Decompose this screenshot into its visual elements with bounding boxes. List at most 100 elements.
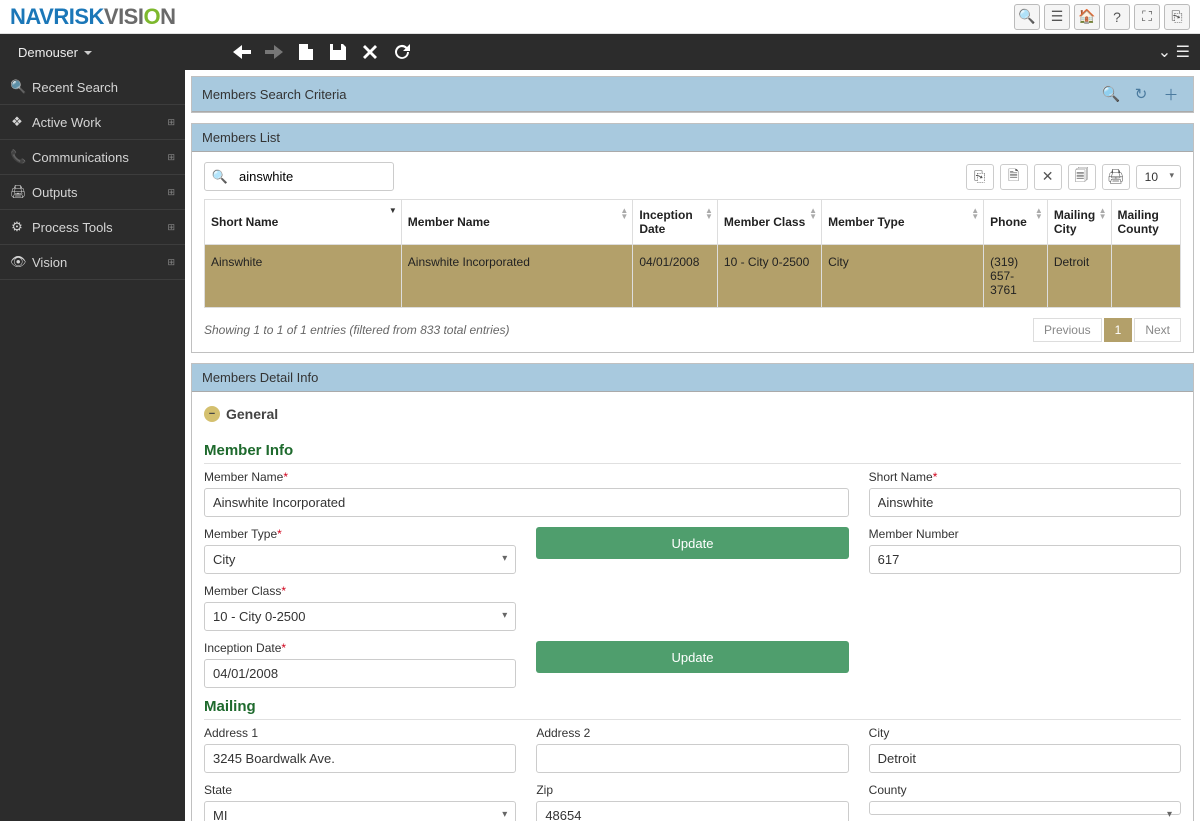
col-member-class[interactable]: Member Class▲▼	[717, 200, 821, 245]
update-button-bottom[interactable]: Update	[536, 641, 848, 673]
county-select[interactable]	[869, 801, 1181, 815]
field-address1: Address 1	[204, 726, 516, 773]
export-csv-icon[interactable]: 🗎	[1000, 164, 1028, 190]
member-class-select[interactable]: 10 - City 0-2500	[204, 602, 516, 631]
refresh-icon[interactable]	[392, 42, 412, 62]
list-search: 🔍	[204, 162, 394, 191]
pager-next-button[interactable]: Next	[1134, 318, 1181, 342]
list-search-input[interactable]	[235, 163, 385, 190]
copy-icon[interactable]: ⎘	[966, 164, 994, 190]
logo-vision: VISION	[104, 4, 176, 30]
sidebar-item-vision[interactable]: 👁 Vision ⊞	[0, 245, 185, 280]
nav-forward-icon[interactable]	[264, 42, 284, 62]
help-icon[interactable]: ?	[1104, 4, 1130, 30]
field-short-name: Short Name*	[869, 470, 1181, 517]
page-size-select[interactable]: 10	[1136, 165, 1181, 189]
member-name-input[interactable]	[204, 488, 849, 517]
city-input[interactable]	[869, 744, 1181, 773]
panel-title: Members Search Criteria	[202, 87, 347, 102]
delete-icon[interactable]	[360, 42, 380, 62]
sidebar-nav: 🔍 Recent Search ❖Active Work ⊞ 📞Communica…	[0, 70, 185, 821]
address2-input[interactable]	[536, 744, 848, 773]
section-member-info: Member Info	[204, 442, 1181, 464]
sidebar-item-active-work[interactable]: ❖Active Work ⊞	[0, 105, 185, 140]
cell-member-name: Ainswhite Incorporated	[401, 245, 633, 308]
fullscreen-icon[interactable]: ⛶	[1134, 4, 1160, 30]
state-select[interactable]: MI	[204, 801, 516, 821]
sidebar-item-recent-search[interactable]: 🔍 Recent Search	[0, 70, 185, 105]
app-header: NAV RISK VISION 🔍 ☰ 🏠 ? ⛶ ⎘	[0, 0, 1200, 34]
pager-prev-button[interactable]: Previous	[1033, 318, 1102, 342]
spacer	[869, 584, 1181, 631]
search-criteria-panel: Members Search Criteria 🔍 ↻ ＋	[191, 76, 1194, 113]
eye-icon: 👁	[10, 254, 24, 270]
update-button-top[interactable]: Update	[536, 527, 848, 559]
address1-input[interactable]	[204, 744, 516, 773]
action-toolbar: Demouser ⌄ ☰	[0, 34, 1200, 70]
export-pdf-icon[interactable]: 🗐	[1068, 164, 1096, 190]
home-icon[interactable]: 🏠	[1074, 4, 1100, 30]
panel-refresh-icon[interactable]: ↻	[1129, 83, 1153, 105]
dashboard-icon[interactable]: ☰	[1044, 4, 1070, 30]
sidebar-item-label: Vision	[32, 255, 67, 270]
expand-icon: ⊞	[167, 117, 175, 128]
col-member-type[interactable]: Member Type▲▼	[822, 200, 984, 245]
cell-inception: 04/01/2008	[633, 245, 718, 308]
table-footer: Showing 1 to 1 of 1 entries (filtered fr…	[204, 308, 1181, 342]
print-icon[interactable]: 🖨	[1102, 164, 1130, 190]
members-detail-panel: Members Detail Info − General Member Inf…	[191, 363, 1194, 821]
col-member-name[interactable]: Member Name▲▼	[401, 200, 633, 245]
cell-member-class: 10 - City 0-2500	[717, 245, 821, 308]
save-icon[interactable]	[328, 42, 348, 62]
general-collapse-row: − General	[204, 402, 1181, 432]
cell-short-name: Ainswhite	[205, 245, 402, 308]
logout-icon[interactable]: ⎘	[1164, 4, 1190, 30]
member-number-input[interactable]	[869, 545, 1181, 574]
panel-search-icon[interactable]: 🔍	[1099, 83, 1123, 105]
expand-icon: ⊞	[167, 257, 175, 268]
short-name-input[interactable]	[869, 488, 1181, 517]
sidebar-item-communications[interactable]: 📞Communications ⊞	[0, 140, 185, 175]
field-member-type: Member Type* City	[204, 527, 516, 574]
current-user-menu[interactable]: Demouser	[10, 45, 96, 60]
col-short-name[interactable]: Short Name▼	[205, 200, 402, 245]
members-detail-header: Members Detail Info	[192, 364, 1193, 392]
col-inception[interactable]: Inception Date▲▼	[633, 200, 718, 245]
expand-icon: ⊞	[167, 187, 175, 198]
expand-icon: ⊞	[167, 222, 175, 233]
member-type-select[interactable]: City	[204, 545, 516, 574]
export-excel-icon[interactable]: ✕	[1034, 164, 1062, 190]
nav-back-icon[interactable]	[232, 42, 252, 62]
pager-page-1-button[interactable]: 1	[1104, 318, 1133, 342]
sidebar-item-outputs[interactable]: 🖨Outputs ⊞	[0, 175, 185, 210]
sidebar-item-label: Outputs	[32, 185, 78, 200]
panel-add-icon[interactable]: ＋	[1159, 83, 1183, 105]
sidebar-item-label: Process Tools	[32, 220, 113, 235]
table-row[interactable]: Ainswhite Ainswhite Incorporated 04/01/2…	[205, 245, 1181, 308]
inception-input[interactable]	[204, 659, 516, 688]
sidebar-item-label: Active Work	[32, 115, 101, 130]
col-mailing-city[interactable]: Mailing City▲▼	[1047, 200, 1111, 245]
col-mailing-county[interactable]: Mailing County	[1111, 200, 1181, 245]
spacer	[536, 584, 848, 631]
sidebar-item-label: Recent Search	[32, 80, 118, 95]
field-inception-date: Inception Date*	[204, 641, 516, 688]
field-county: County	[869, 783, 1181, 821]
collapse-icon[interactable]: −	[204, 406, 220, 422]
field-update-2: Update	[536, 641, 848, 688]
header-icon-bar: 🔍 ☰ 🏠 ? ⛶ ⎘	[1014, 4, 1190, 30]
zip-input[interactable]	[536, 801, 848, 821]
sidebar-item-process-tools[interactable]: ⚙Process Tools ⊞	[0, 210, 185, 245]
search-criteria-header: Members Search Criteria 🔍 ↻ ＋	[192, 77, 1193, 112]
col-phone[interactable]: Phone▲▼	[984, 200, 1048, 245]
field-city: City	[869, 726, 1181, 773]
main-content: Members Search Criteria 🔍 ↻ ＋ Members Li…	[185, 70, 1200, 821]
search-icon[interactable]: 🔍	[1014, 4, 1040, 30]
toolbar-collapse-menu[interactable]: ⌄ ☰	[1158, 42, 1190, 62]
search-icon: 🔍	[10, 79, 24, 95]
members-table: Short Name▼ Member Name▲▼ Inception Date…	[204, 199, 1181, 308]
new-file-icon[interactable]	[296, 42, 316, 62]
logo-nav: NAV	[10, 4, 53, 30]
cell-county	[1111, 245, 1181, 308]
section-mailing: Mailing	[204, 698, 1181, 720]
